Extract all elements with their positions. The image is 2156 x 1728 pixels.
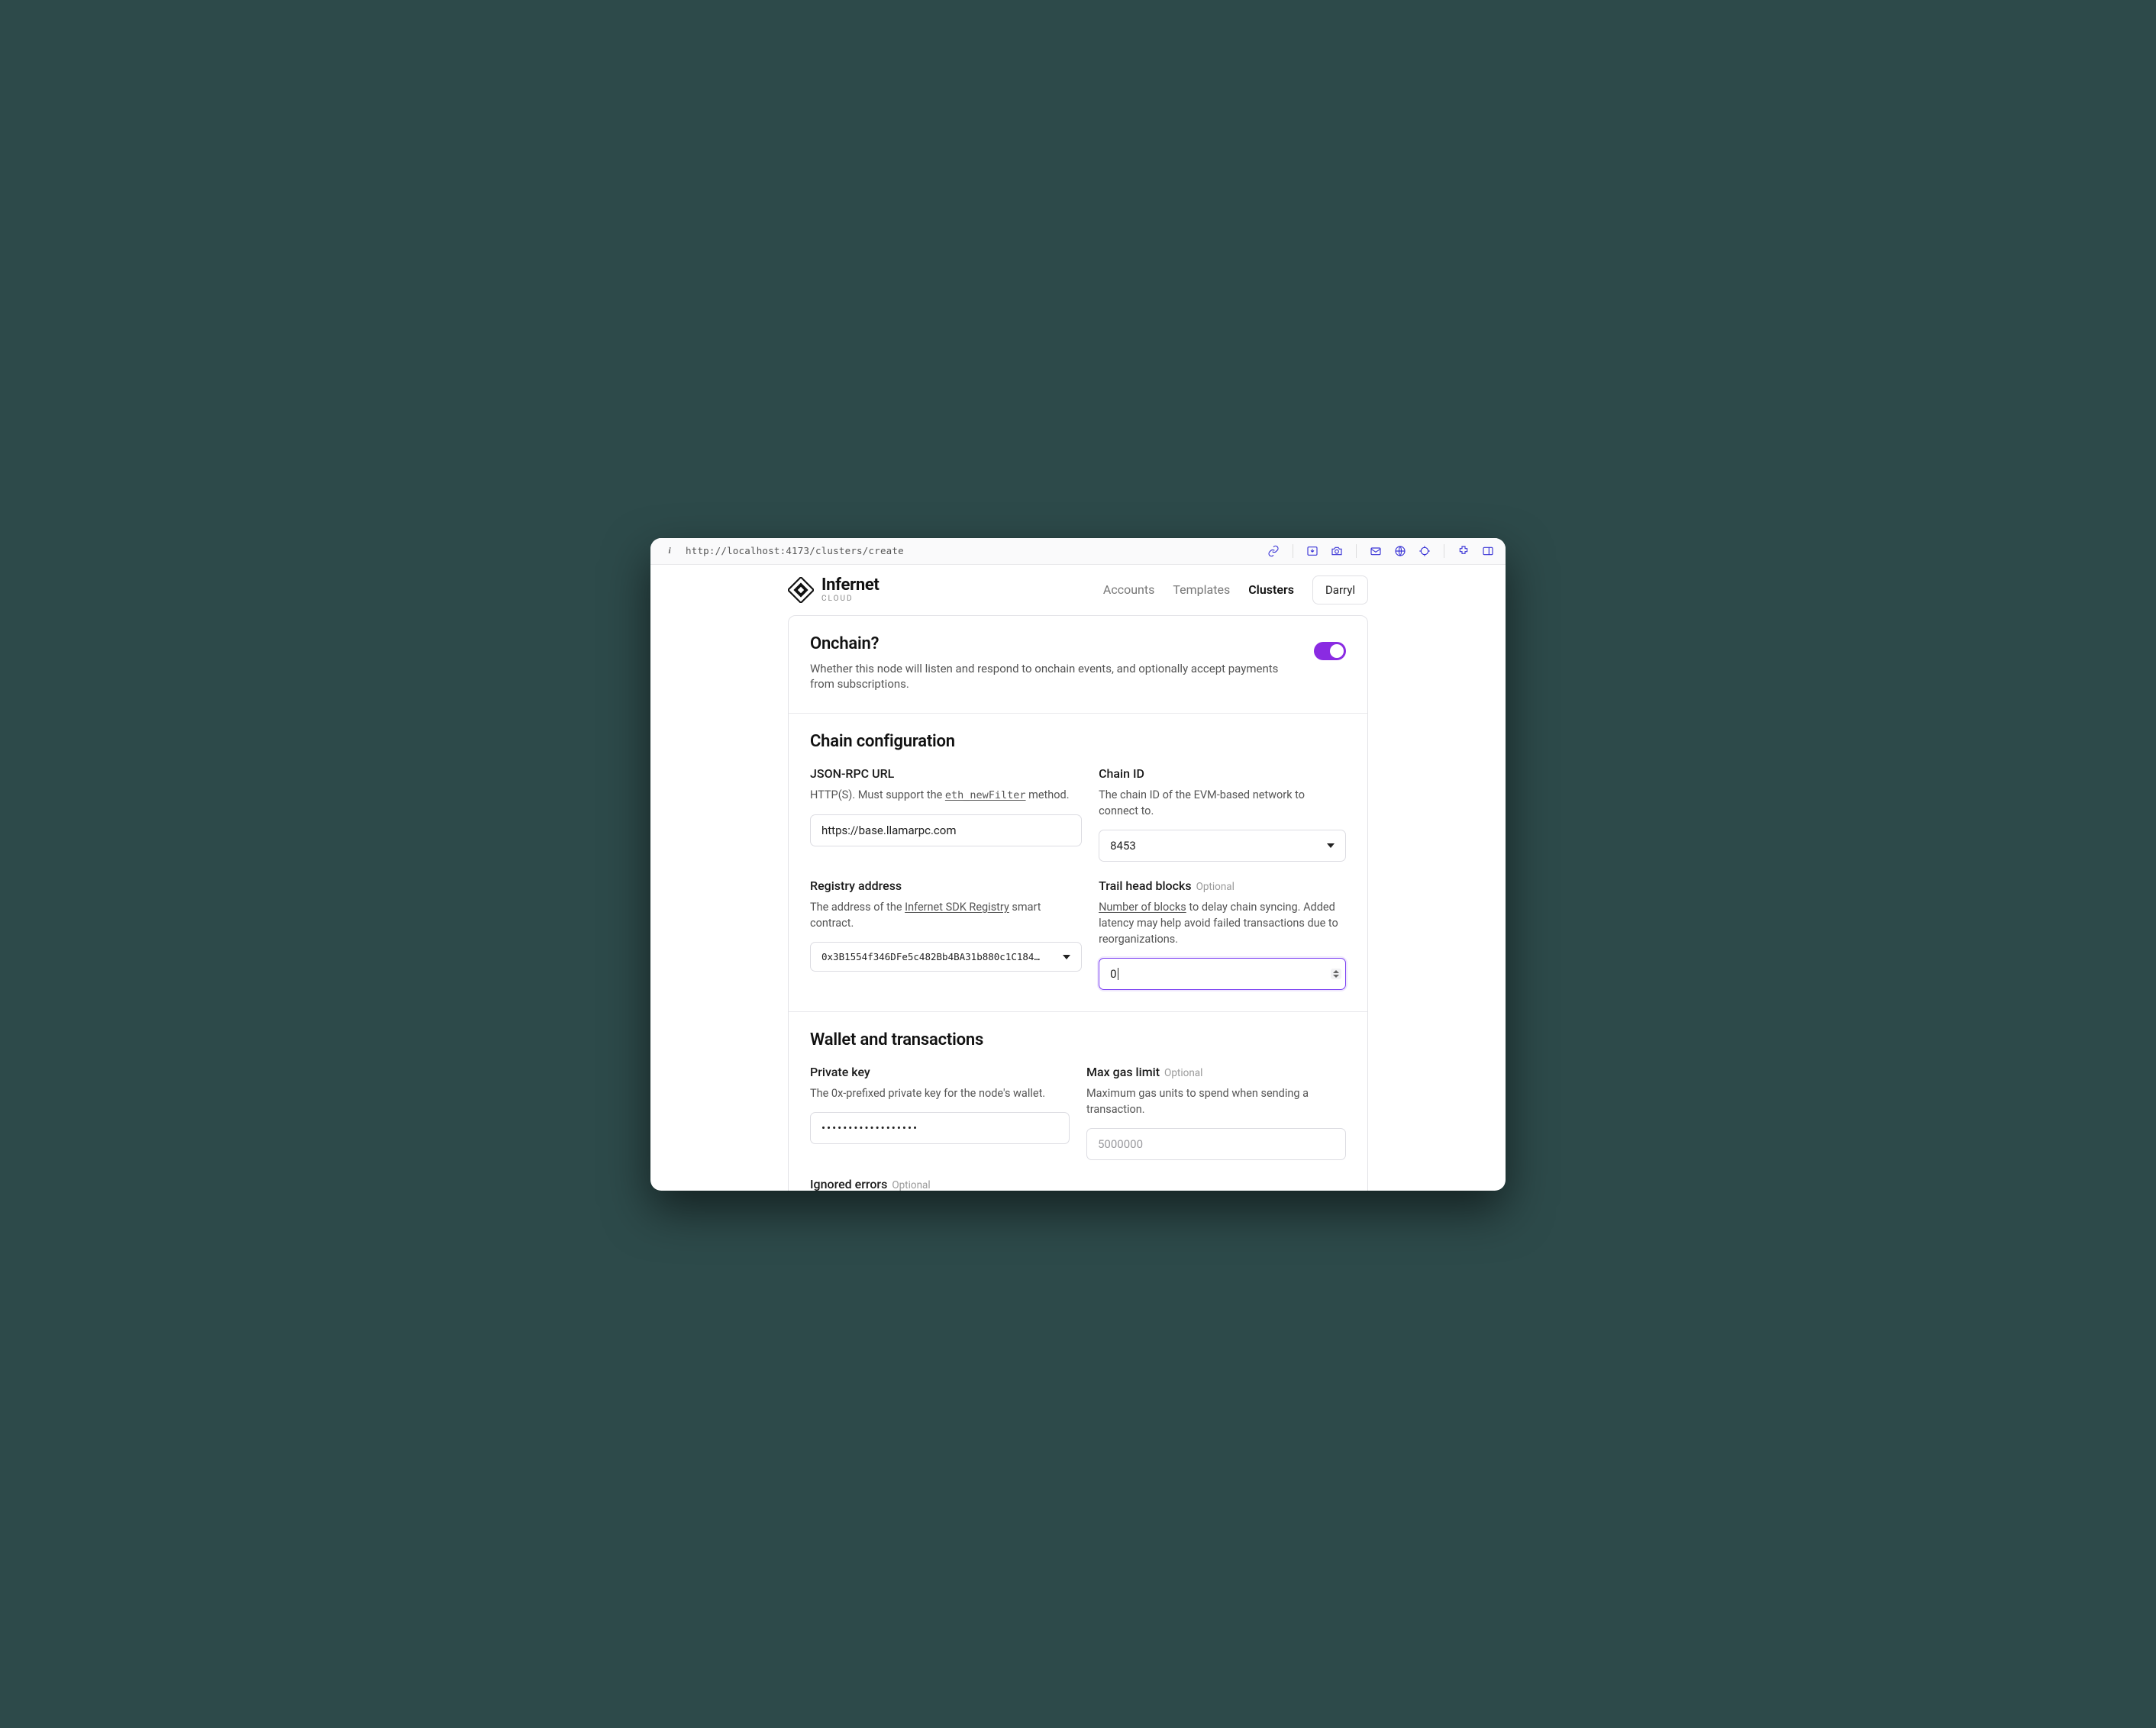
number-stepper[interactable] bbox=[1331, 969, 1341, 979]
rpc-help: HTTP(S). Must support the eth_newFilter … bbox=[810, 787, 1082, 804]
trail-help: Number of blocks to delay chain syncing.… bbox=[1099, 899, 1346, 947]
wallet-title: Wallet and transactions bbox=[810, 1030, 1346, 1049]
gas-label: Max gas limitOptional bbox=[1086, 1065, 1346, 1079]
crosshair-icon[interactable] bbox=[1418, 544, 1431, 558]
app-window: i http://localhost:4173/clusters/create bbox=[650, 538, 1506, 1191]
chain-id-help: The chain ID of the EVM-based network to… bbox=[1099, 787, 1346, 819]
chevron-down-icon bbox=[1063, 955, 1070, 959]
page-info-icon[interactable]: i bbox=[664, 546, 675, 556]
field-ignored-errors: Ignored errorsOptional Substrings of err… bbox=[810, 1177, 1346, 1190]
field-registry-address: Registry address The address of the Infe… bbox=[810, 879, 1082, 990]
onchain-toggle[interactable] bbox=[1314, 642, 1346, 660]
private-key-help: The 0x-prefixed private key for the node… bbox=[810, 1085, 1070, 1101]
trail-label: Trail head blocksOptional bbox=[1099, 879, 1346, 893]
app-header: Infernet CLOUD Accounts Templates Cluste… bbox=[788, 565, 1368, 615]
registry-label: Registry address bbox=[810, 879, 1082, 893]
max-gas-input[interactable] bbox=[1086, 1128, 1346, 1160]
onchain-description: Whether this node will listen and respon… bbox=[810, 661, 1299, 692]
chain-id-select[interactable]: 8453 bbox=[1099, 830, 1346, 862]
rpc-label: JSON-RPC URL bbox=[810, 766, 1082, 781]
chrome-divider bbox=[1356, 544, 1357, 558]
section-wallet: Wallet and transactions Private key The … bbox=[789, 1011, 1367, 1190]
brand[interactable]: Infernet CLOUD bbox=[788, 576, 880, 604]
download-icon[interactable] bbox=[1306, 544, 1319, 558]
chevron-up-icon bbox=[1333, 970, 1339, 973]
registry-doc-link[interactable]: Infernet SDK Registry bbox=[905, 901, 1009, 914]
link-icon[interactable] bbox=[1267, 544, 1280, 558]
brand-logo-icon bbox=[788, 577, 814, 603]
registry-help: The address of the Infernet SDK Registry… bbox=[810, 899, 1082, 931]
field-max-gas-limit: Max gas limitOptional Maximum gas units … bbox=[1086, 1065, 1346, 1160]
chain-id-label: Chain ID bbox=[1099, 766, 1346, 781]
trail-doc-link[interactable]: Number of blocks bbox=[1099, 901, 1186, 914]
ignored-label: Ignored errorsOptional bbox=[810, 1177, 1346, 1190]
nav-clusters[interactable]: Clusters bbox=[1248, 582, 1294, 597]
rpc-url-input[interactable] bbox=[810, 814, 1082, 846]
camera-icon[interactable] bbox=[1330, 544, 1344, 558]
browser-chrome: i http://localhost:4173/clusters/create bbox=[650, 538, 1506, 565]
chevron-down-icon bbox=[1333, 975, 1339, 978]
field-private-key: Private key The 0x-prefixed private key … bbox=[810, 1065, 1070, 1160]
private-key-input[interactable] bbox=[810, 1112, 1070, 1144]
field-trail-head-blocks: Trail head blocksOptional Number of bloc… bbox=[1099, 879, 1346, 990]
gas-help: Maximum gas units to spend when sending … bbox=[1086, 1085, 1346, 1117]
address-bar[interactable]: http://localhost:4173/clusters/create bbox=[686, 545, 904, 556]
nav-accounts[interactable]: Accounts bbox=[1103, 582, 1154, 597]
user-menu[interactable]: Darryl bbox=[1312, 575, 1368, 604]
brand-title: Infernet bbox=[821, 576, 880, 594]
main-nav: Accounts Templates Clusters Darryl bbox=[1103, 575, 1368, 604]
globe-icon[interactable] bbox=[1393, 544, 1407, 558]
private-key-label: Private key bbox=[810, 1065, 1070, 1079]
section-chain-config: Chain configuration JSON-RPC URL HTTP(S)… bbox=[789, 713, 1367, 1011]
registry-address-select[interactable]: 0x3B1554f346DFe5c482Bb4BA31b880c1C184121… bbox=[810, 942, 1082, 972]
chevron-down-icon bbox=[1327, 843, 1335, 848]
field-chain-id: Chain ID The chain ID of the EVM-based n… bbox=[1099, 766, 1346, 862]
section-onchain: Onchain? Whether this node will listen a… bbox=[789, 616, 1367, 714]
brand-subtitle: CLOUD bbox=[821, 595, 880, 604]
form-card: Onchain? Whether this node will listen a… bbox=[788, 615, 1368, 1191]
extension-icon[interactable] bbox=[1457, 544, 1470, 558]
sidebar-toggle-icon[interactable] bbox=[1481, 544, 1495, 558]
onchain-title: Onchain? bbox=[810, 634, 1299, 653]
field-json-rpc-url: JSON-RPC URL HTTP(S). Must support the e… bbox=[810, 766, 1082, 862]
mail-icon[interactable] bbox=[1369, 544, 1383, 558]
eth-newfilter-link[interactable]: eth_newFilter bbox=[945, 789, 1026, 801]
trail-head-input[interactable]: 0 bbox=[1099, 958, 1346, 990]
nav-templates[interactable]: Templates bbox=[1173, 582, 1230, 597]
chain-config-title: Chain configuration bbox=[810, 732, 1346, 751]
